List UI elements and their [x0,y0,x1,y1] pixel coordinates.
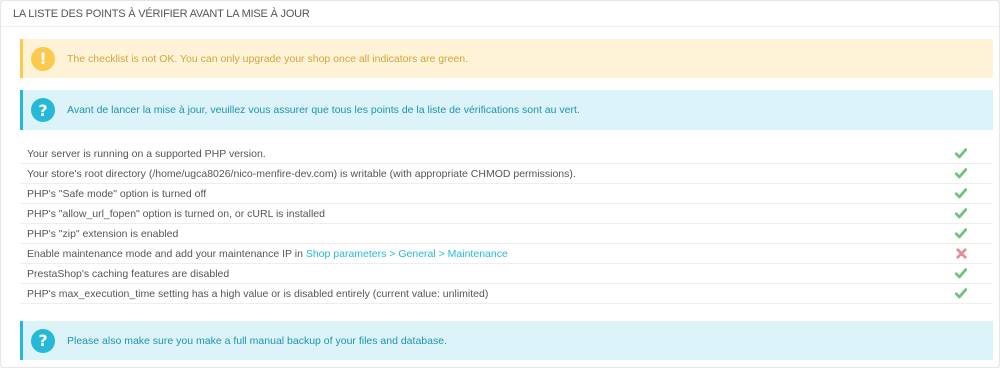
check-text: Enable maintenance mode and add your mai… [27,247,306,260]
page-title: LA LISTE DES POINTS À VÉRIFIER AVANT LA … [13,7,310,20]
table-row: PHP's max_execution_time setting has a h… [20,284,993,304]
panel-heading: LA LISTE DES POINTS À VÉRIFIER AVANT LA … [1,1,999,27]
exclamation-icon: ! [31,46,55,71]
info-alert-bottom: ? Please also make sure you make a full … [20,321,993,360]
check-text: Your store's root directory (/home/ugca8… [27,167,576,180]
cross-icon [955,248,967,260]
check-label: PHP's "Safe mode" option is turned off [27,188,206,200]
table-row: PHP's "allow_url_fopen" option is turned… [20,204,993,224]
checklist-table: Your server is running on a supported PH… [20,144,993,304]
check-label: PHP's "allow_url_fopen" option is turned… [27,208,325,220]
warning-alert: ! The checklist is not OK. You can only … [20,39,993,78]
table-row: Your server is running on a supported PH… [20,144,993,164]
checklist-panel: LA LISTE DES POINTS À VÉRIFIER AVANT LA … [0,0,1000,368]
check-text: PHP's "Safe mode" option is turned off [27,187,207,200]
table-row: Your store's root directory (/home/ugca8… [20,164,993,184]
check-text: Your server is running on a supported PH… [27,147,266,160]
checkmark-icon [955,228,967,240]
warning-message: The checklist is not OK. You can only up… [67,52,468,65]
check-text: PHP's "zip" extension is enabled [27,227,179,240]
check-label: PHP's "zip" extension is enabled [27,228,178,240]
checkmark-icon [955,188,967,200]
check-label: Your server is running on a supported PH… [27,148,266,160]
question-icon: ? [31,328,55,353]
checkmark-icon [955,148,967,160]
table-row: PrestaShop's caching features are disabl… [20,264,993,284]
info-message-bottom: Please also make sure you make a full ma… [67,334,447,347]
check-label: PHP's max_execution_time setting has a h… [27,288,488,300]
checkmark-icon [955,208,967,220]
question-icon: ? [31,98,55,122]
maintenance-settings-link[interactable]: Shop parameters > General > Maintenance [306,248,508,260]
checkmark-icon [955,288,967,300]
checkmark-icon [955,168,967,180]
info-alert-top: ? Avant de lancer la mise à jour, veuill… [20,90,993,130]
check-text: PrestaShop's caching features are disabl… [27,267,230,280]
table-row: PHP's "zip" extension is enabled [20,224,993,244]
checkmark-icon [955,268,967,280]
check-label: PrestaShop's caching features are disabl… [27,268,229,280]
check-text: PHP's max_execution_time setting has a h… [27,287,489,300]
check-label: Enable maintenance mode and add your mai… [27,248,508,260]
check-text: PHP's "allow_url_fopen" option is turned… [27,207,325,220]
check-label: Your store's root directory (/home/ugca8… [27,168,576,180]
info-message-top: Avant de lancer la mise à jour, veuillez… [67,104,580,116]
table-row: Enable maintenance mode and add your mai… [20,244,993,264]
table-row: PHP's "Safe mode" option is turned off [20,184,993,204]
